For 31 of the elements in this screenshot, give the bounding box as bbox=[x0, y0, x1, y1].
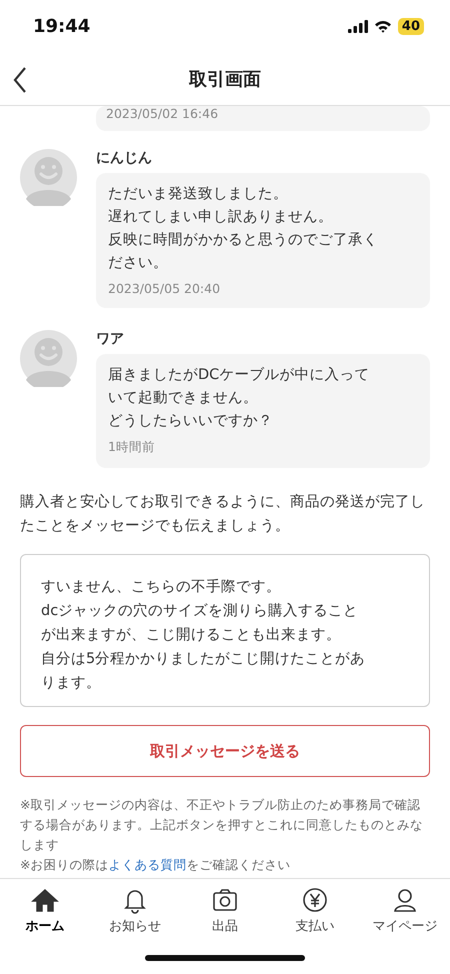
sender-name: ワア bbox=[96, 330, 125, 348]
page-title: 取引画面 bbox=[189, 68, 261, 90]
tab-item[interactable]: お知らせ bbox=[92, 886, 178, 934]
message-timestamp: 2023/05/05 20:40 bbox=[108, 281, 222, 296]
tab-item[interactable]: 支払い bbox=[272, 886, 358, 934]
message-line: ださい。 bbox=[108, 254, 169, 273]
message-timestamp: 1時間前 bbox=[108, 439, 156, 456]
wifi-icon bbox=[374, 20, 392, 32]
tab-item[interactable]: ホーム bbox=[2, 886, 88, 934]
message-line: いて起動できません。 bbox=[108, 389, 259, 408]
avatar-icon bbox=[20, 149, 77, 206]
tab-item[interactable]: マイページ bbox=[362, 886, 448, 934]
faq-link[interactable]: よくある質問 bbox=[108, 857, 186, 872]
hint-text: 購入者と安心してお取引できるように、商品の発送が完了したことをメッセージでも伝えましょう。 bbox=[20, 492, 426, 536]
message-timestamp: 2023/05/02 16:46 bbox=[106, 106, 220, 121]
yen-icon bbox=[301, 886, 329, 914]
help-text: ※お困りの際は よくある質問をご確認ください bbox=[20, 856, 292, 874]
battery-indicator: 40 bbox=[398, 18, 424, 34]
sender-name: にんじん bbox=[96, 149, 153, 167]
status-time: 19:44 bbox=[33, 16, 90, 36]
signal-icon bbox=[348, 20, 368, 32]
message-field[interactable]: すいません、こちらの不手際です。 dcジャックの穴のサイズを測りら購入すること が出来ますが、こじ開けることも出来ます。 自分は5分程かかりましたがこじ開けたことがあ ります。 bbox=[20, 554, 430, 707]
avatar-icon bbox=[20, 330, 77, 387]
message-line: 届きましたがDCケーブルが中に入って bbox=[108, 366, 370, 385]
notice-text: ※取引メッセージの内容は、不正やトラブル防止のため事務局で確認する場合があります。上記ボタンを押すとこれに同意したものとみなします bbox=[20, 796, 424, 854]
send-message-button[interactable]: 取引メッセージを送る bbox=[20, 725, 430, 777]
message-line: 遅れてしまい申し訳ありません。 bbox=[108, 208, 334, 227]
tab-item[interactable]: 出品 bbox=[182, 886, 268, 934]
message-line: ただいま発送致しました。 bbox=[108, 185, 289, 204]
message-line: どうしたらいいですか？ bbox=[108, 412, 274, 431]
message-line: 反映に時間がかかると思うのでご了承く bbox=[108, 231, 379, 250]
